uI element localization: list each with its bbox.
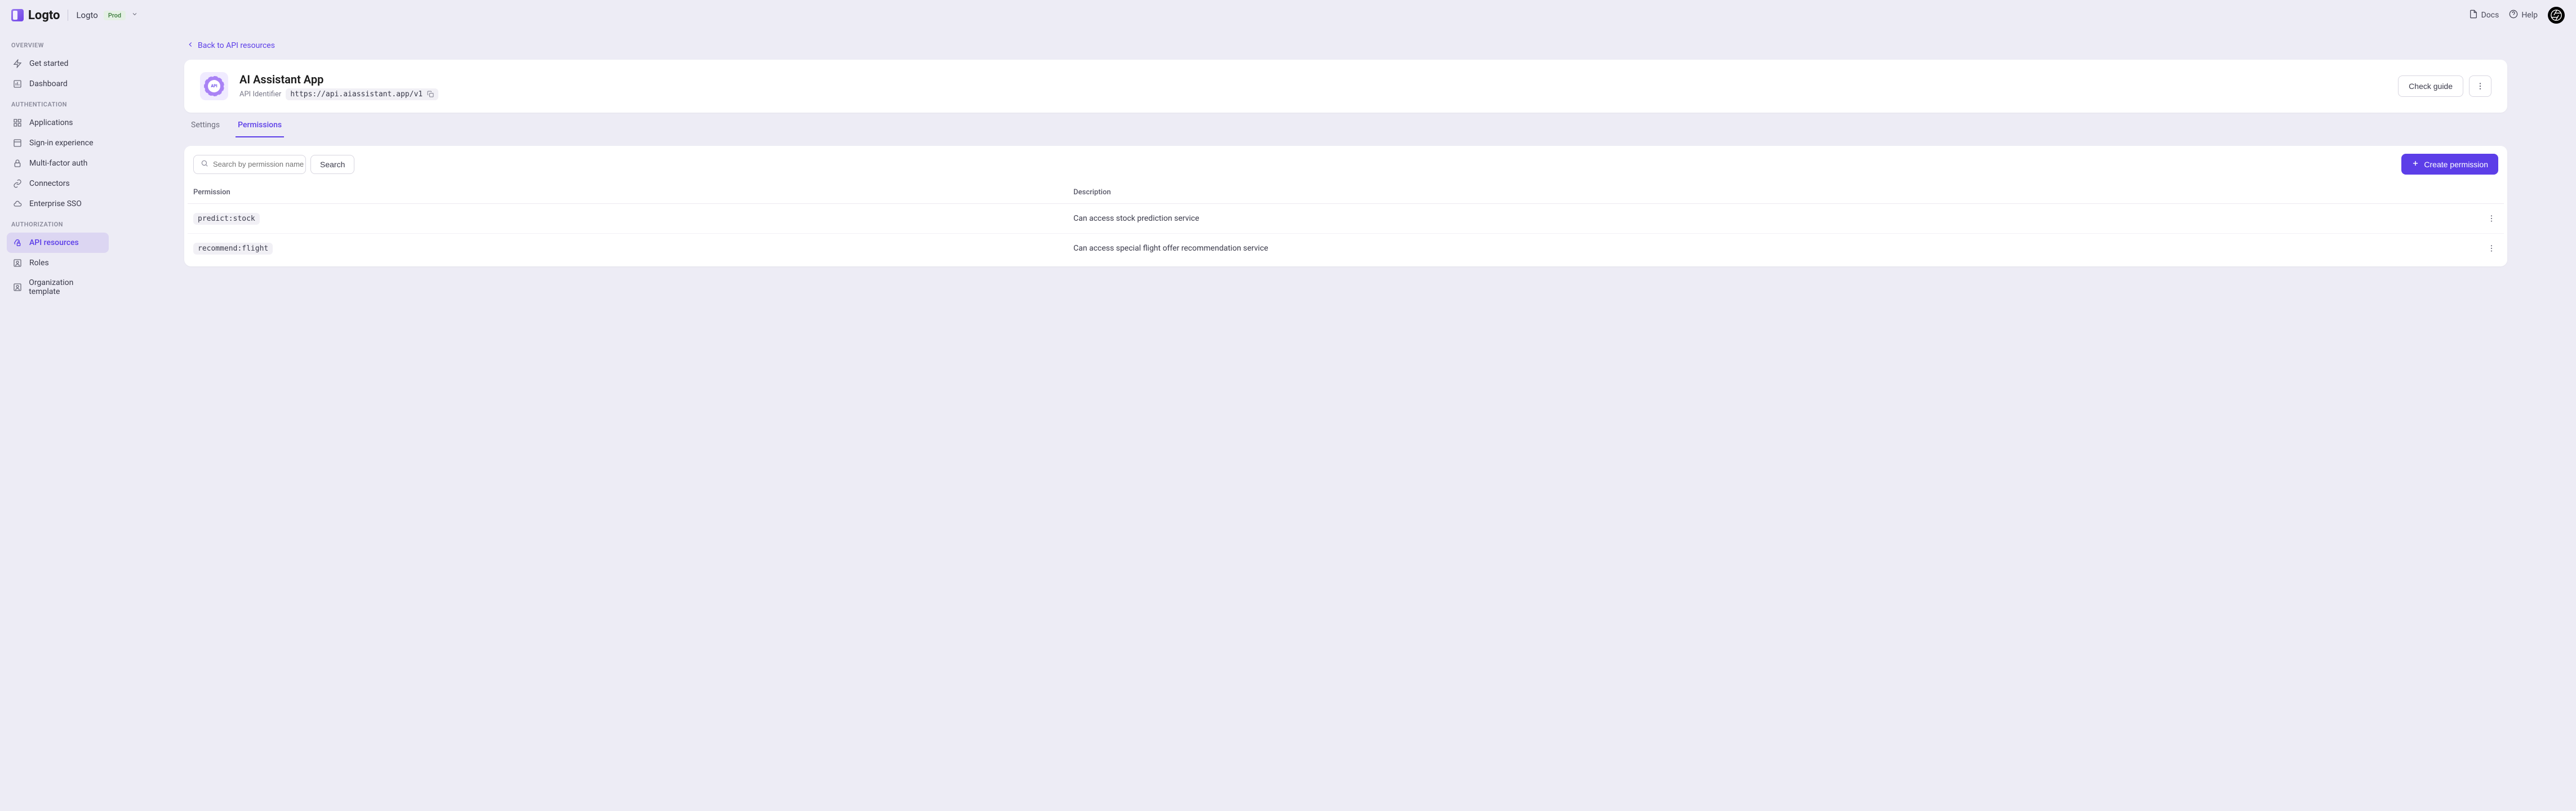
section-authorization: AUTHORIZATION [7, 216, 109, 233]
permission-name: predict:stock [193, 213, 260, 225]
cloud-icon [12, 199, 23, 209]
sidebar-item-label: Sign-in experience [29, 139, 94, 148]
env-badge: Prod [104, 11, 126, 20]
search-box[interactable] [193, 155, 306, 174]
create-permission-button[interactable]: Create permission [2401, 154, 2498, 175]
permission-description: Can access stock prediction service [1068, 204, 2479, 234]
section-overview: OVERVIEW [7, 37, 109, 54]
user-square-icon [12, 258, 23, 268]
search-icon [201, 159, 208, 170]
row-more-button[interactable] [2485, 242, 2498, 255]
sidebar-item-get-started[interactable]: Get started [7, 54, 109, 74]
copy-icon[interactable] [427, 91, 434, 97]
main-content: Back to API resources AI Assistant App A… [116, 30, 2576, 811]
chevron-down-icon [131, 11, 138, 20]
chevron-left-icon [186, 41, 194, 51]
sidebar-item-label: Get started [29, 59, 68, 68]
sidebar-item-label: Dashboard [29, 79, 68, 88]
permissions-card: Search Create permission Permission Desc… [184, 146, 2507, 266]
sidebar-item-api-resources[interactable]: API resources [7, 233, 109, 253]
tenant-name: Logto [76, 10, 97, 20]
api-identifier-label: API Identifier [239, 90, 281, 99]
grid-icon [12, 118, 23, 128]
sidebar-item-label: Multi-factor auth [29, 159, 87, 168]
app-icon [200, 72, 228, 100]
help-link[interactable]: Help [2509, 10, 2538, 21]
api-badge-icon [205, 77, 224, 96]
back-link-label: Back to API resources [198, 41, 275, 50]
help-icon [2509, 10, 2518, 21]
help-label: Help [2521, 11, 2538, 20]
permission-name: recommend:flight [193, 243, 273, 255]
docs-label: Docs [2481, 11, 2499, 20]
permissions-table: Permission Description predict:stock Can… [188, 181, 2504, 263]
sidebar-item-connectors[interactable]: Connectors [7, 173, 109, 194]
resource-header-card: AI Assistant App API Identifier https://… [184, 60, 2507, 113]
sidebar-item-label: Enterprise SSO [29, 199, 82, 208]
sidebar-item-mfa[interactable]: Multi-factor auth [7, 153, 109, 173]
tenant-switcher[interactable]: Logto Prod [76, 10, 138, 20]
api-url-text: https://api.aiassistant.app/v1 [290, 90, 423, 99]
bolt-icon [12, 59, 23, 69]
app-title: AI Assistant App [239, 73, 438, 86]
permission-description: Can access special flight offer recommen… [1068, 234, 2479, 264]
sidebar-item-label: Organization template [29, 278, 103, 296]
check-guide-button[interactable]: Check guide [2398, 75, 2463, 97]
cloud-lock-icon [12, 238, 23, 248]
sidebar-item-org-template[interactable]: Organization template [7, 273, 109, 301]
brand-name: Logto [28, 8, 60, 23]
lock-icon [12, 158, 23, 168]
dots-vertical-icon [2476, 82, 2485, 91]
logo-mark-icon [11, 9, 24, 21]
sidebar-item-label: Roles [29, 259, 49, 268]
create-permission-label: Create permission [2424, 160, 2488, 169]
file-icon [2469, 10, 2478, 21]
table-row: recommend:flight Can access special flig… [188, 234, 2504, 264]
link-icon [12, 179, 23, 189]
plus-icon [2411, 159, 2419, 169]
table-row: predict:stock Can access stock predictio… [188, 204, 2504, 234]
column-permission: Permission [188, 181, 1068, 204]
sidebar-item-applications[interactable]: Applications [7, 113, 109, 133]
sidebar-item-roles[interactable]: Roles [7, 253, 109, 273]
column-description: Description [1068, 181, 2479, 204]
layout-icon [12, 138, 23, 148]
sidebar-item-enterprise-sso[interactable]: Enterprise SSO [7, 194, 109, 214]
row-more-button[interactable] [2485, 212, 2498, 225]
aperture-icon [2550, 9, 2562, 21]
dots-vertical-icon [2487, 214, 2496, 223]
sidebar-item-label: Applications [29, 118, 73, 127]
avatar[interactable] [2548, 7, 2565, 24]
tab-permissions[interactable]: Permissions [236, 121, 284, 137]
docs-link[interactable]: Docs [2469, 10, 2499, 21]
sidebar: OVERVIEW Get started Dashboard AUTHENTIC… [0, 30, 116, 811]
search-button[interactable]: Search [310, 155, 354, 174]
api-url: https://api.aiassistant.app/v1 [286, 88, 438, 100]
sidebar-item-label: API resources [29, 238, 79, 247]
chart-icon [12, 79, 23, 89]
search-input[interactable] [213, 160, 312, 168]
back-link[interactable]: Back to API resources [184, 36, 275, 60]
dots-vertical-icon [2487, 244, 2496, 253]
more-actions-button[interactable] [2469, 75, 2491, 97]
tab-settings[interactable]: Settings [189, 121, 222, 137]
sidebar-item-sign-in[interactable]: Sign-in experience [7, 133, 109, 153]
sidebar-item-dashboard[interactable]: Dashboard [7, 74, 109, 94]
sidebar-item-label: Connectors [29, 179, 70, 188]
topbar: Logto Logto Prod Docs [0, 0, 2576, 30]
org-icon [12, 282, 22, 292]
tabs: Settings Permissions [184, 113, 2507, 138]
section-authentication: AUTHENTICATION [7, 96, 109, 113]
brand-logo[interactable]: Logto [11, 8, 60, 23]
